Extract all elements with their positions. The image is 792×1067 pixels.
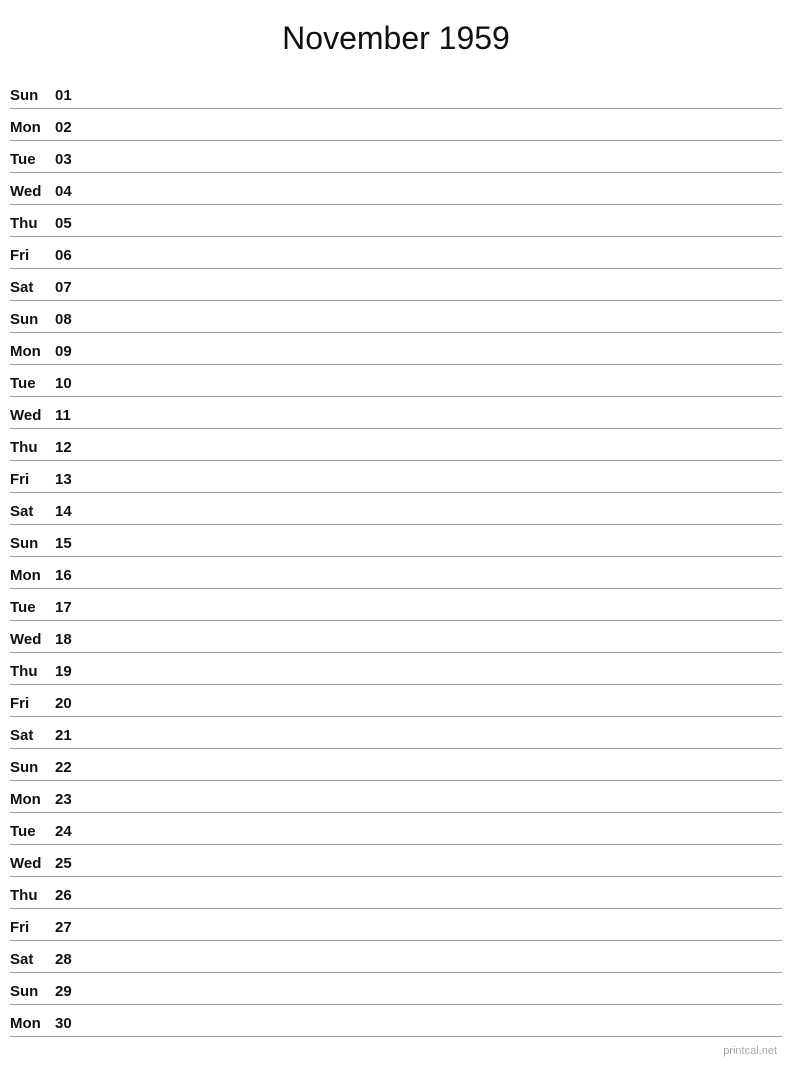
day-row: Tue24 — [10, 813, 782, 845]
day-name: Sun — [10, 535, 55, 552]
day-name: Wed — [10, 407, 55, 424]
day-name: Sun — [10, 759, 55, 776]
day-number: 17 — [55, 599, 83, 616]
day-number: 25 — [55, 855, 83, 872]
day-row: Fri13 — [10, 461, 782, 493]
day-row: Wed04 — [10, 173, 782, 205]
day-number: 14 — [55, 503, 83, 520]
day-number: 27 — [55, 919, 83, 936]
day-name: Mon — [10, 119, 55, 136]
day-number: 21 — [55, 727, 83, 744]
day-name: Mon — [10, 1015, 55, 1032]
day-row: Tue03 — [10, 141, 782, 173]
day-number: 30 — [55, 1015, 83, 1032]
day-row: Sun29 — [10, 973, 782, 1005]
day-number: 13 — [55, 471, 83, 488]
day-name: Sat — [10, 279, 55, 296]
day-name: Thu — [10, 215, 55, 232]
day-number: 06 — [55, 247, 83, 264]
day-row: Sat28 — [10, 941, 782, 973]
day-row: Tue10 — [10, 365, 782, 397]
day-name: Sat — [10, 727, 55, 744]
day-number: 01 — [55, 87, 83, 104]
day-row: Wed18 — [10, 621, 782, 653]
day-number: 23 — [55, 791, 83, 808]
day-row: Sun01 — [10, 77, 782, 109]
day-name: Tue — [10, 375, 55, 392]
day-name: Fri — [10, 695, 55, 712]
day-row: Thu12 — [10, 429, 782, 461]
day-row: Wed25 — [10, 845, 782, 877]
day-row: Tue17 — [10, 589, 782, 621]
day-name: Mon — [10, 567, 55, 584]
day-row: Thu19 — [10, 653, 782, 685]
day-number: 16 — [55, 567, 83, 584]
day-row: Sat14 — [10, 493, 782, 525]
day-number: 26 — [55, 887, 83, 904]
day-name: Wed — [10, 631, 55, 648]
day-number: 10 — [55, 375, 83, 392]
day-number: 28 — [55, 951, 83, 968]
day-number: 19 — [55, 663, 83, 680]
day-name: Sat — [10, 503, 55, 520]
day-number: 05 — [55, 215, 83, 232]
day-row: Mon30 — [10, 1005, 782, 1037]
day-name: Mon — [10, 791, 55, 808]
calendar-rows: Sun01Mon02Tue03Wed04Thu05Fri06Sat07Sun08… — [10, 77, 782, 1037]
day-number: 03 — [55, 151, 83, 168]
day-name: Sun — [10, 311, 55, 328]
day-name: Fri — [10, 247, 55, 264]
day-name: Mon — [10, 343, 55, 360]
day-number: 02 — [55, 119, 83, 136]
day-number: 11 — [55, 407, 83, 424]
day-name: Thu — [10, 663, 55, 680]
day-row: Mon09 — [10, 333, 782, 365]
day-row: Thu26 — [10, 877, 782, 909]
day-number: 07 — [55, 279, 83, 296]
day-row: Thu05 — [10, 205, 782, 237]
day-name: Thu — [10, 439, 55, 456]
day-row: Mon23 — [10, 781, 782, 813]
day-number: 22 — [55, 759, 83, 776]
day-name: Tue — [10, 823, 55, 840]
day-number: 29 — [55, 983, 83, 1000]
day-name: Tue — [10, 599, 55, 616]
day-row: Fri20 — [10, 685, 782, 717]
day-name: Sat — [10, 951, 55, 968]
day-row: Mon02 — [10, 109, 782, 141]
day-number: 12 — [55, 439, 83, 456]
day-row: Sun08 — [10, 301, 782, 333]
day-name: Wed — [10, 183, 55, 200]
day-row: Wed11 — [10, 397, 782, 429]
day-name: Thu — [10, 887, 55, 904]
day-name: Fri — [10, 471, 55, 488]
day-name: Fri — [10, 919, 55, 936]
day-row: Sun15 — [10, 525, 782, 557]
day-number: 08 — [55, 311, 83, 328]
day-name: Tue — [10, 151, 55, 168]
day-row: Sat21 — [10, 717, 782, 749]
day-name: Wed — [10, 855, 55, 872]
day-number: 24 — [55, 823, 83, 840]
day-number: 18 — [55, 631, 83, 648]
day-name: Sun — [10, 87, 55, 104]
footer-label: printcal.net — [723, 1045, 777, 1057]
day-number: 15 — [55, 535, 83, 552]
day-name: Sun — [10, 983, 55, 1000]
day-row: Mon16 — [10, 557, 782, 589]
day-row: Sun22 — [10, 749, 782, 781]
day-number: 04 — [55, 183, 83, 200]
page-title: November 1959 — [10, 20, 782, 57]
day-row: Fri27 — [10, 909, 782, 941]
page: November 1959 Sun01Mon02Tue03Wed04Thu05F… — [0, 0, 792, 1067]
day-row: Fri06 — [10, 237, 782, 269]
day-number: 09 — [55, 343, 83, 360]
day-number: 20 — [55, 695, 83, 712]
day-row: Sat07 — [10, 269, 782, 301]
